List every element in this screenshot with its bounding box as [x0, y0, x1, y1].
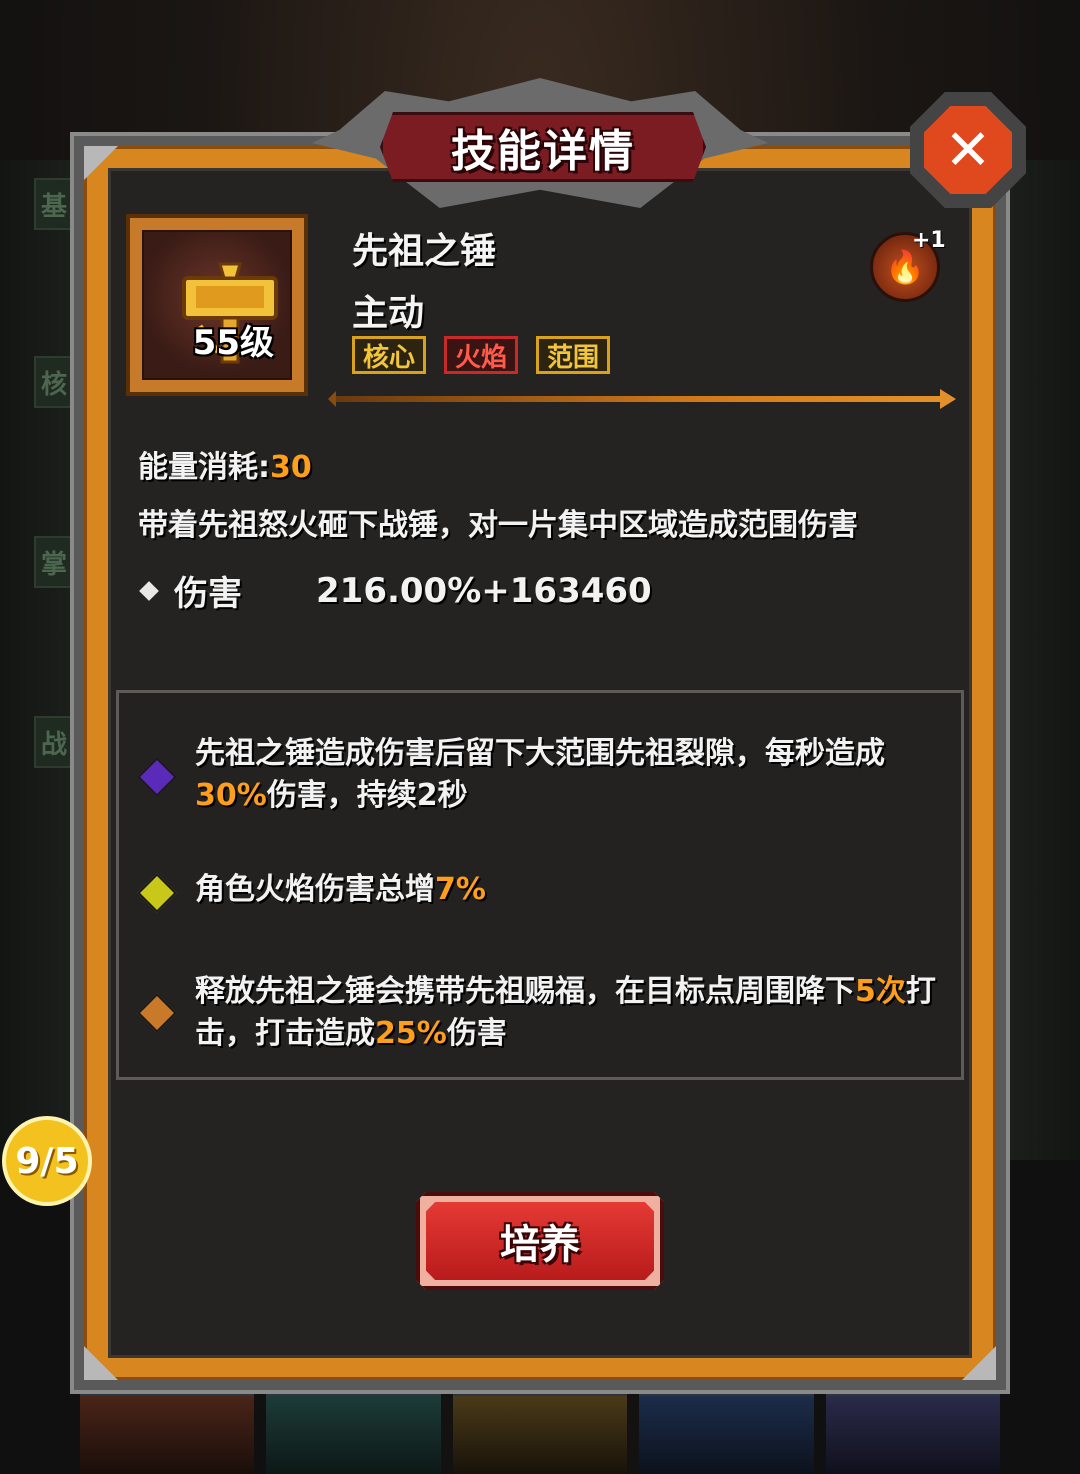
- skill-thumbnail[interactable]: [266, 1394, 441, 1474]
- effect-highlight: 25%: [375, 1016, 447, 1051]
- stat-value: 216.00%+163460: [316, 570, 652, 611]
- effect-text: 释放先祖之锤会携带先祖赐福，在目标点周围降下5次打击，打击造成25%伤害: [195, 971, 945, 1055]
- side-tab-core[interactable]: 核: [34, 356, 74, 408]
- skill-icon-background: 55级: [142, 230, 292, 380]
- stat-label: 伤害: [174, 574, 242, 614]
- skill-level: 55级: [192, 323, 274, 363]
- dialog-title: 技能详情: [451, 126, 635, 177]
- damage-stat-row: 伤害 216.00%+163460: [138, 566, 652, 615]
- skill-effects-box: 先祖之锤造成伤害后留下大范围先祖裂隙，每秒造成 30%伤害，持续2秒 角色火焰伤害…: [116, 690, 964, 1080]
- cultivate-button-face: 培养: [426, 1202, 654, 1280]
- skill-name: 先祖之锤: [352, 231, 497, 272]
- orange-gem-icon: [137, 993, 177, 1033]
- effect-text-part: 伤害，持续2秒: [266, 778, 468, 813]
- skill-thumbnail[interactable]: [452, 1394, 628, 1474]
- skill-tags: 核心 火焰 范围: [352, 336, 611, 374]
- element-bonus: +1: [912, 228, 946, 253]
- counter-badge[interactable]: 9/5: [2, 1116, 92, 1206]
- energy-cost: 能量消耗:30: [138, 442, 312, 486]
- cultivate-button-label: 培养: [500, 1222, 580, 1268]
- tag-core: 核心: [352, 336, 427, 374]
- energy-cost-value: 30: [270, 450, 312, 485]
- energy-cost-label: 能量消耗:: [138, 450, 270, 485]
- skill-icon-frame: 55级: [126, 214, 308, 396]
- side-tab-mastery[interactable]: 掌: [34, 536, 74, 588]
- cultivate-button[interactable]: 培养: [416, 1192, 664, 1290]
- effect-text-part: 角色火焰伤害总增: [195, 872, 435, 907]
- header-divider: [328, 389, 956, 409]
- effect-highlight: 30%: [195, 778, 267, 813]
- skill-thumbnail[interactable]: [825, 1394, 1001, 1474]
- bottom-skill-strip: [80, 1394, 1001, 1474]
- skill-type: 主动: [352, 293, 425, 334]
- effect-text: 先祖之锤造成伤害后留下大范围先祖裂隙，每秒造成 30%伤害，持续2秒: [195, 733, 945, 817]
- stat-bullet-icon: [139, 580, 159, 601]
- side-tab-basic[interactable]: 基: [34, 178, 74, 230]
- title-banner: 技能详情: [380, 112, 706, 182]
- skill-thumbnail[interactable]: [80, 1394, 255, 1474]
- close-icon: ✕: [924, 106, 1012, 194]
- tag-fire: 火焰: [444, 336, 519, 374]
- yellow-gem-icon: [137, 873, 177, 913]
- purple-gem-icon: [137, 757, 177, 797]
- effect-highlight: 5次: [855, 974, 906, 1009]
- effect-highlight: 7%: [435, 872, 486, 907]
- right-sidebar-background: [1010, 160, 1080, 1160]
- close-button[interactable]: ✕: [910, 92, 1026, 208]
- effect-text-part: 伤害: [446, 1016, 507, 1051]
- skill-description: 带着先祖怒火砸下战锤，对一片集中区域造成范围伤害: [138, 508, 858, 543]
- effect-text-part: 释放先祖之锤会携带先祖赐福，在目标点周围降下: [195, 974, 855, 1009]
- side-tab-battle[interactable]: 战: [34, 716, 74, 768]
- left-sidebar-background: [0, 160, 70, 1160]
- effect-text-part: 先祖之锤造成伤害后留下大范围先祖裂隙，每秒造成: [195, 736, 885, 771]
- skill-thumbnail[interactable]: [639, 1394, 814, 1474]
- effect-text: 角色火焰伤害总增7%: [195, 869, 945, 911]
- tag-area: 范围: [536, 336, 611, 374]
